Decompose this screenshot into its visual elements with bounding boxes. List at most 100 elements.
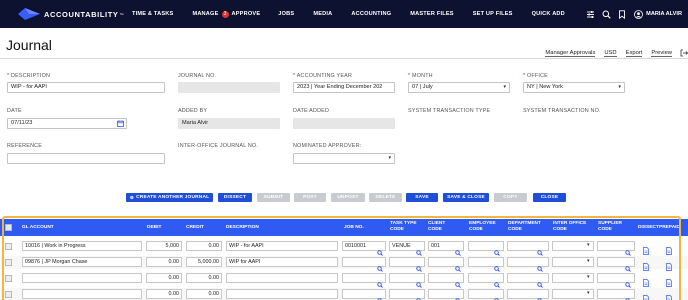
preview-link[interactable]: Preview bbox=[651, 50, 672, 57]
nav-quick-add[interactable]: QUICK ADD bbox=[532, 11, 565, 17]
search-icon[interactable] bbox=[625, 291, 631, 300]
plus-circle-icon: ⊕ bbox=[129, 194, 135, 201]
search-icon[interactable] bbox=[377, 291, 383, 300]
debit-cell[interactable]: 0.00 bbox=[146, 273, 182, 283]
header-debit[interactable]: DEBIT bbox=[147, 225, 161, 231]
description-cell[interactable]: WIP for AAPI bbox=[226, 257, 338, 267]
date-field[interactable]: 07/11/23 bbox=[7, 118, 127, 129]
header-description[interactable]: DESCRIPTION bbox=[226, 225, 259, 231]
description-cell[interactable] bbox=[226, 273, 338, 283]
header-client-code[interactable]: CLIENT CODE bbox=[428, 221, 445, 233]
manager-approvals-link[interactable]: Manager Approvals bbox=[545, 50, 596, 57]
bookmark-icon[interactable] bbox=[617, 9, 627, 19]
sliders-icon[interactable] bbox=[585, 9, 595, 19]
debit-cell[interactable]: 5,000 bbox=[146, 241, 182, 251]
search-icon[interactable] bbox=[537, 291, 543, 300]
search-icon[interactable] bbox=[455, 291, 461, 300]
chevron-down-icon: ▾ bbox=[587, 242, 590, 248]
header-credit[interactable]: CREDIT bbox=[186, 225, 204, 231]
calendar-icon[interactable] bbox=[117, 120, 124, 128]
accounting-year-label: * ACCOUNTING YEAR bbox=[293, 73, 353, 79]
brand-name: ACCOUNTABILITY bbox=[44, 9, 119, 19]
nav-jobs[interactable]: JOBS bbox=[278, 11, 294, 17]
nominated-approver-select[interactable]: ▾ bbox=[293, 153, 395, 164]
credit-cell[interactable]: 0.00 bbox=[186, 289, 222, 299]
nav-master-files[interactable]: MASTER FILES bbox=[410, 11, 453, 17]
nav-accounting[interactable]: ACCOUNTING bbox=[351, 11, 391, 17]
grid-header: GL ACCOUNT DEBIT CREDIT DESCRIPTION JOB … bbox=[0, 219, 688, 236]
dissect-button[interactable]: DISSECT bbox=[218, 193, 252, 202]
gl-account-cell[interactable] bbox=[22, 289, 142, 299]
header-employee-code[interactable]: EMPLOYEE CODE bbox=[469, 221, 496, 233]
title-actions: Manager Approvals USD Export Preview bbox=[536, 44, 688, 62]
row-checkbox[interactable] bbox=[5, 259, 12, 266]
chevron-down-icon: ▾ bbox=[587, 290, 590, 296]
gl-account-cell[interactable]: 09876 | JP Morgan Chase bbox=[22, 257, 142, 267]
header-task-type[interactable]: TASK TYPE CODE bbox=[390, 221, 417, 233]
nav-time-tasks[interactable]: TIME & TASKS bbox=[132, 11, 173, 17]
row-checkbox[interactable] bbox=[5, 275, 12, 282]
debit-cell[interactable]: 0.00 bbox=[146, 289, 182, 299]
save-button[interactable]: SAVE bbox=[406, 193, 438, 202]
inter-office-journal-label: INTER-OFFICE JOURNAL NO. bbox=[178, 143, 259, 149]
description-cell[interactable]: WIP - for AAPI bbox=[226, 241, 338, 251]
prepaid-doc-icon[interactable] bbox=[666, 290, 672, 300]
debit-cell[interactable]: 0.00 bbox=[146, 257, 182, 267]
credit-cell[interactable]: 0.00 bbox=[186, 241, 222, 251]
export-link[interactable]: Export bbox=[625, 50, 643, 57]
user-avatar-icon[interactable] bbox=[633, 9, 643, 19]
nominated-approver-label: NOMINATED APPROVER: bbox=[293, 143, 362, 149]
journal-no-field bbox=[178, 82, 280, 93]
credit-cell[interactable]: 5,000.00 bbox=[186, 257, 222, 267]
dissect-doc-icon[interactable] bbox=[643, 290, 649, 300]
nav-setup-files[interactable]: SET UP FILES bbox=[473, 11, 513, 17]
search-icon[interactable] bbox=[601, 9, 611, 19]
search-icon[interactable] bbox=[416, 291, 422, 300]
header-gl-account[interactable]: GL ACCOUNT bbox=[22, 225, 54, 231]
currency-link[interactable]: USD bbox=[604, 50, 617, 57]
post-button[interactable]: POST bbox=[294, 193, 326, 202]
search-icon[interactable] bbox=[494, 291, 500, 300]
top-nav: ACCOUNTABILITY ™ TIME & TASKS MANAGE 3 A… bbox=[0, 0, 688, 28]
delete-button[interactable]: DELETE bbox=[369, 193, 402, 202]
submit-button[interactable]: SUBMIT bbox=[257, 193, 290, 202]
nav-icon-group: MARIA ALVIR bbox=[579, 0, 682, 28]
select-all-checkbox[interactable] bbox=[5, 224, 12, 231]
reference-label: REFERENCE bbox=[7, 143, 43, 149]
office-label: * OFFICE bbox=[523, 73, 548, 79]
header-job-no[interactable]: JOB NO. bbox=[344, 225, 364, 231]
nav-manage[interactable]: MANAGE bbox=[192, 11, 218, 17]
reference-field[interactable] bbox=[7, 153, 165, 164]
save-close-button[interactable]: SAVE & CLOSE bbox=[443, 193, 489, 202]
user-name[interactable]: MARIA ALVIR bbox=[646, 11, 682, 17]
gl-account-cell[interactable] bbox=[22, 273, 142, 283]
chevron-down-icon: ▾ bbox=[388, 155, 391, 161]
row-checkbox[interactable] bbox=[5, 291, 12, 298]
description-cell[interactable] bbox=[226, 289, 338, 299]
gl-account-cell[interactable]: 10016 | Work in Progress bbox=[22, 241, 142, 251]
create-another-journal-button[interactable]: ⊕ CREATE ANOTHER JOURNAL bbox=[126, 193, 213, 202]
nav-approve[interactable]: APPROVE bbox=[232, 11, 261, 17]
month-select[interactable]: 07 | July ▾ bbox=[408, 82, 510, 93]
header-department-code[interactable]: DEPARTMENT CODE bbox=[508, 221, 541, 233]
chevron-down-icon: ▾ bbox=[587, 274, 590, 280]
exit-icon[interactable] bbox=[680, 44, 688, 62]
month-label: * MONTH bbox=[408, 73, 433, 79]
header-inter-office-code[interactable]: INTER OFFICE CODE bbox=[553, 221, 586, 233]
office-select[interactable]: NY | New York ▾ bbox=[523, 82, 625, 93]
header-supplier-code[interactable]: SUPPLIER CODE bbox=[598, 221, 622, 233]
copy-button[interactable]: COPY bbox=[494, 193, 527, 202]
close-button[interactable]: CLOSE bbox=[533, 193, 566, 202]
logo-mark-icon bbox=[18, 8, 40, 20]
credit-cell[interactable]: 0.00 bbox=[186, 273, 222, 283]
unpost-button[interactable]: UNPOST bbox=[331, 193, 365, 202]
description-field[interactable]: WIP - for AAPI bbox=[7, 82, 165, 93]
header-prepaid[interactable]: PREPAID bbox=[659, 225, 680, 231]
title-divider bbox=[0, 58, 688, 59]
accounting-year-select[interactable]: 2023 | Year Ending December 202 bbox=[293, 82, 395, 93]
header-dissect[interactable]: DISSECT bbox=[638, 225, 659, 231]
row-checkbox[interactable] bbox=[5, 243, 12, 250]
brand-logo[interactable]: ACCOUNTABILITY ™ bbox=[18, 8, 128, 20]
system-transaction-type-label: SYSTEM TRANSACTION TYPE bbox=[408, 108, 491, 114]
nav-media[interactable]: MEDIA bbox=[313, 11, 332, 17]
